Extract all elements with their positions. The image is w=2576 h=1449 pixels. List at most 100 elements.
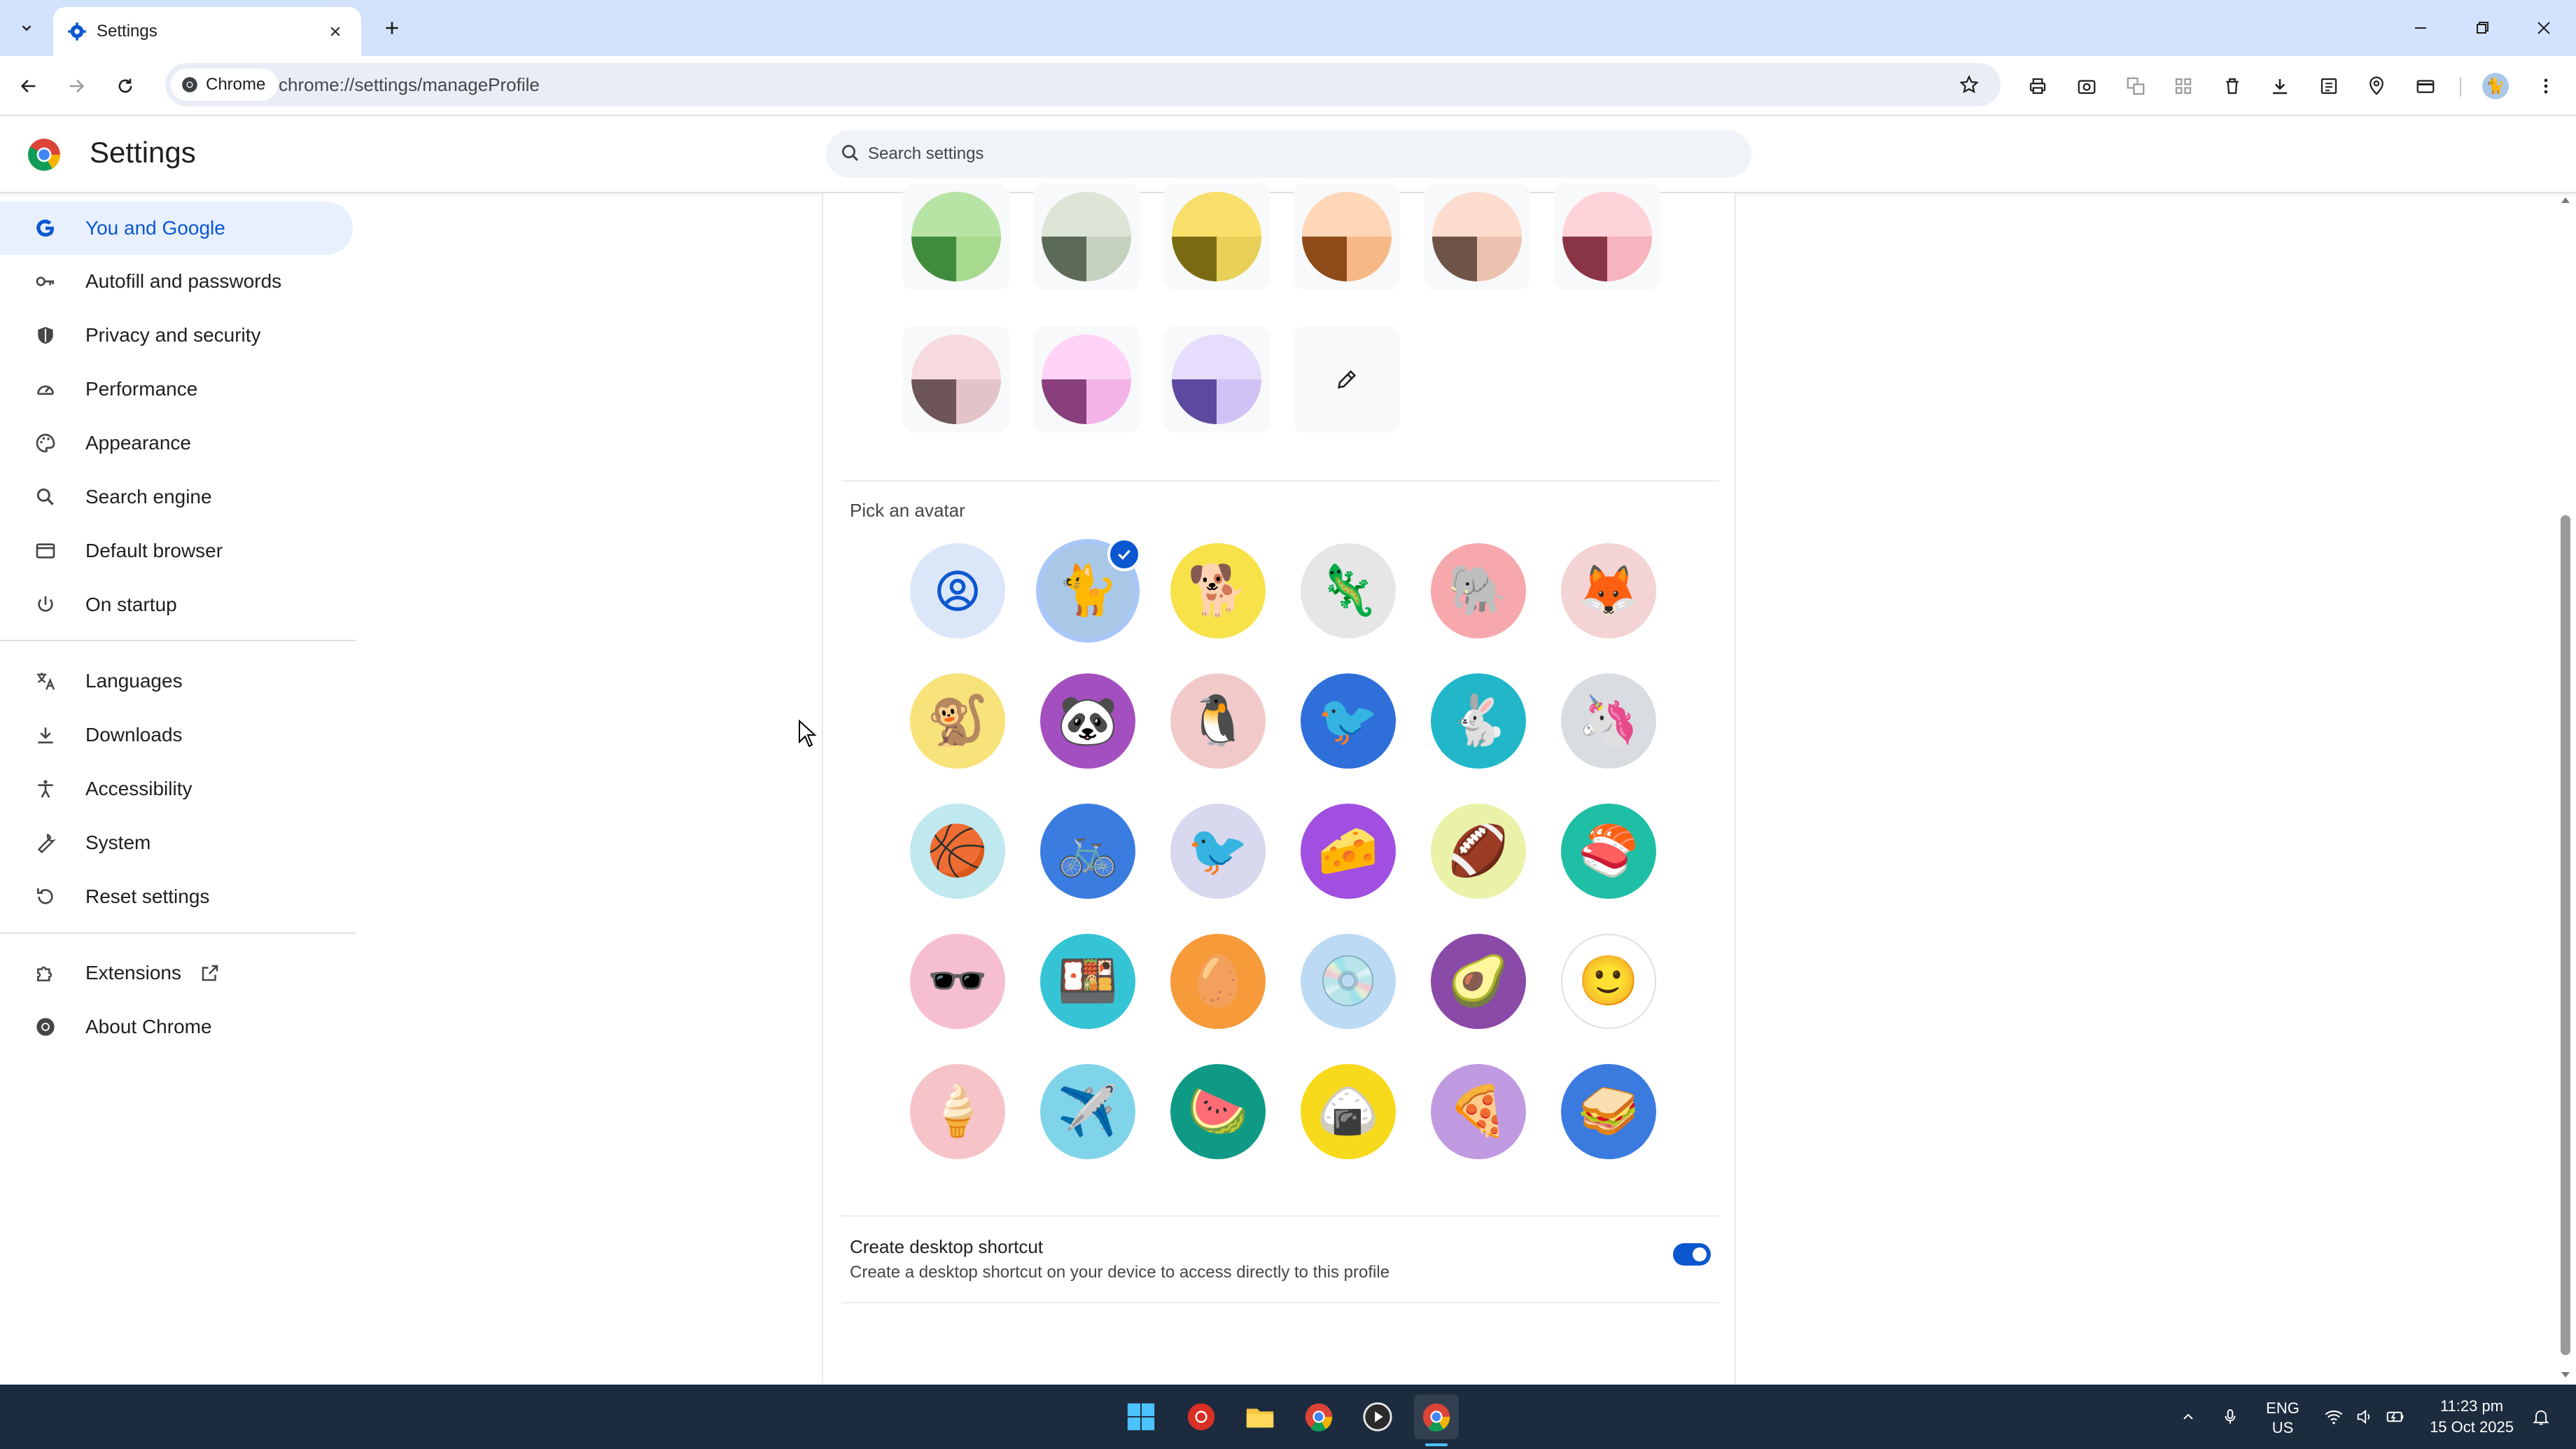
avatar-option-sushi-plate[interactable]: 🍣 xyxy=(1561,804,1656,899)
scroll-thumb[interactable] xyxy=(2561,515,2570,1355)
avatar-option-origami-dragon[interactable]: 🦎 xyxy=(1301,543,1396,638)
avatar-option-red-bird[interactable]: 🐦 xyxy=(1170,804,1266,899)
avatar-option-football[interactable]: 🏈 xyxy=(1431,804,1526,899)
sidebar-item-performance[interactable]: Performance xyxy=(0,363,353,416)
avatar-option-onigiri[interactable]: 🍙 xyxy=(1301,1064,1396,1159)
theme-color-swatch[interactable] xyxy=(1424,183,1530,290)
avatar-option-origami-fox[interactable]: 🦊 xyxy=(1561,543,1656,638)
sidebar-item-search-engine[interactable]: Search engine xyxy=(0,470,353,524)
avatar-option-sushi[interactable]: 🍱 xyxy=(1040,934,1135,1029)
menu-button[interactable] xyxy=(2530,70,2562,102)
print-button[interactable] xyxy=(2022,70,2054,102)
url-text[interactable]: chrome://settings/manageProfile xyxy=(279,63,540,106)
avatar-option-ice-cream[interactable]: 🍦 xyxy=(910,1064,1005,1159)
profile-avatar-button[interactable]: 🐈 xyxy=(2479,70,2512,102)
sidebar-item-about-chrome[interactable]: About Chrome xyxy=(0,1000,353,1054)
taskbar-app-media-player[interactable] xyxy=(1355,1394,1400,1439)
delete-button[interactable] xyxy=(2216,70,2248,102)
language-indicator[interactable]: ENG US xyxy=(2258,1399,2307,1438)
avatar-option-bicycle[interactable]: 🚲 xyxy=(1040,804,1135,899)
sidebar-item-system[interactable]: System xyxy=(0,816,353,869)
avatar-option-sandwich[interactable]: 🥪 xyxy=(1561,1064,1656,1159)
theme-color-swatch[interactable] xyxy=(1033,183,1140,290)
avatar-option-smiley[interactable]: 🙂 xyxy=(1561,934,1656,1029)
show-hidden-icons-button[interactable] xyxy=(2174,1403,2202,1431)
avatar-option-watermelon[interactable]: 🍉 xyxy=(1170,1064,1266,1159)
avatar-option-origami-monkey[interactable]: 🐒 xyxy=(910,673,1005,769)
clock[interactable]: 11:23 pm 15 Oct 2025 xyxy=(2419,1396,2524,1438)
open-in-new-icon xyxy=(202,965,218,981)
taskbar-app-chrome-active[interactable] xyxy=(1414,1394,1459,1439)
minimize-button[interactable] xyxy=(2390,0,2451,56)
sidebar-item-downloads[interactable]: Downloads xyxy=(0,708,353,762)
forward-button[interactable] xyxy=(60,70,92,102)
theme-color-swatch[interactable] xyxy=(903,183,1009,290)
address-bar[interactable]: Chrome chrome://settings/manageProfile xyxy=(165,63,2001,106)
start-button[interactable] xyxy=(1119,1394,1163,1439)
avatar-option-cheese[interactable]: 🧀 xyxy=(1301,804,1396,899)
sidebar-item-default-browser[interactable]: Default browser xyxy=(0,524,353,578)
avatar-option-origami-elephant[interactable]: 🐘 xyxy=(1431,543,1526,638)
battery-button[interactable] xyxy=(2381,1403,2409,1431)
tab-settings[interactable]: Settings xyxy=(53,7,361,56)
theme-color-swatch[interactable] xyxy=(1033,326,1140,433)
payment-button[interactable] xyxy=(2409,70,2442,102)
screenshot-button[interactable] xyxy=(2071,70,2103,102)
tab-close-button[interactable] xyxy=(323,20,347,43)
page-scrollbar[interactable] xyxy=(2558,193,2573,1383)
window-close-button[interactable] xyxy=(2513,0,2575,56)
location-button[interactable] xyxy=(2360,70,2393,102)
reading-list-button[interactable] xyxy=(2313,70,2345,102)
custom-color-button[interactable] xyxy=(1294,326,1400,433)
toggle-knob xyxy=(1693,1247,1707,1261)
translate-button[interactable] xyxy=(2120,70,2152,102)
theme-color-swatch[interactable] xyxy=(1294,183,1400,290)
sidebar-item-reset-settings[interactable]: Reset settings xyxy=(0,870,353,923)
avatar-option-sunglasses[interactable]: 🕶️ xyxy=(910,934,1005,1029)
avatar-option-origami-unicorn[interactable]: 🦄 xyxy=(1561,673,1656,769)
avatar-option-avocado[interactable]: 🥑 xyxy=(1431,934,1526,1029)
desktop-shortcut-toggle[interactable] xyxy=(1673,1243,1711,1266)
avatar-option-tamagotchi[interactable]: 🥚 xyxy=(1170,934,1266,1029)
microphone-button[interactable] xyxy=(2216,1403,2244,1431)
site-info-chip[interactable]: Chrome xyxy=(171,69,279,101)
volume-button[interactable] xyxy=(2351,1403,2379,1431)
avatar-option-basketball[interactable]: 🏀 xyxy=(910,804,1005,899)
back-button[interactable] xyxy=(13,70,45,102)
sidebar-item-privacy[interactable]: Privacy and security xyxy=(0,309,353,362)
sidebar-item-languages[interactable]: Languages xyxy=(0,654,353,708)
avatar-option-generic-person[interactable] xyxy=(910,543,1005,638)
sidebar-item-on-startup[interactable]: On startup xyxy=(0,578,353,631)
wifi-button[interactable] xyxy=(2320,1403,2348,1431)
sidebar-item-accessibility[interactable]: Accessibility xyxy=(0,762,353,816)
sidebar-item-autofill[interactable]: Autofill and passwords xyxy=(0,255,353,308)
sidebar-item-you-and-google[interactable]: You and Google xyxy=(0,202,353,255)
avatar-option-paper-plane[interactable]: ✈️ xyxy=(1040,1064,1135,1159)
theme-color-swatch[interactable] xyxy=(1163,326,1270,433)
theme-color-swatch[interactable] xyxy=(1554,183,1660,290)
reload-button[interactable] xyxy=(109,70,141,102)
theme-color-swatch[interactable] xyxy=(903,326,1009,433)
downloads-button[interactable] xyxy=(2264,70,2296,102)
avatar-option-origami-panda[interactable]: 🐼 xyxy=(1040,673,1135,769)
taskbar-app-chrome-red[interactable] xyxy=(1179,1394,1224,1439)
tab-search-dropdown[interactable] xyxy=(10,11,43,45)
avatar-option-origami-penguin[interactable]: 🐧 xyxy=(1170,673,1266,769)
avatar-option-origami-fox-corgi[interactable]: 🐕 xyxy=(1170,543,1266,638)
avatar-option-origami-bird[interactable]: 🐦 xyxy=(1301,673,1396,769)
new-tab-button[interactable] xyxy=(377,13,407,43)
bookmark-star-button[interactable] xyxy=(1953,69,1985,101)
avatar-option-vinyl-record[interactable]: 💿 xyxy=(1301,934,1396,1029)
theme-color-swatch[interactable] xyxy=(1163,183,1270,290)
restore-button[interactable] xyxy=(2451,0,2513,56)
search-input[interactable] xyxy=(868,130,1708,178)
taskbar-app-file-explorer[interactable] xyxy=(1238,1394,1282,1439)
apps-button[interactable] xyxy=(2167,70,2199,102)
sidebar-item-extensions[interactable]: Extensions xyxy=(0,946,353,1000)
avatar-option-pizza[interactable]: 🍕 xyxy=(1431,1064,1526,1159)
taskbar-app-chrome[interactable] xyxy=(1296,1394,1341,1439)
sidebar-item-appearance[interactable]: Appearance xyxy=(0,416,353,470)
settings-search[interactable] xyxy=(826,130,1751,178)
avatar-option-origami-rabbit[interactable]: 🐇 xyxy=(1431,673,1526,769)
notifications-button[interactable] xyxy=(2527,1403,2555,1431)
